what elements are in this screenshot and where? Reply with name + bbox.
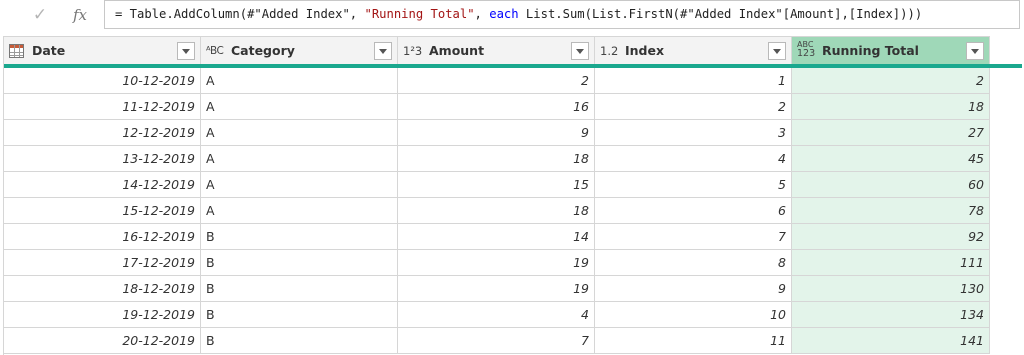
cell-running-total[interactable]: 130	[792, 276, 990, 302]
filter-dropdown-icon[interactable]	[374, 42, 392, 60]
cell-running-total[interactable]: 92	[792, 224, 990, 250]
formula-keyword-token: each	[489, 7, 519, 21]
table-menu-icon[interactable]	[9, 42, 24, 60]
column-header-label: Index	[625, 43, 665, 58]
table-row[interactable]: 12-12-2019 A 9 3 27	[4, 120, 1022, 146]
cell-index[interactable]: 5	[595, 172, 792, 198]
decimal-type-icon[interactable]: 1.2	[600, 42, 618, 60]
cell-amount[interactable]: 18	[398, 198, 595, 224]
formula-input[interactable]: = Table.AddColumn(#"Added Index", "Runni…	[104, 0, 1020, 29]
cell-date[interactable]: 17-12-2019	[4, 250, 201, 276]
cell-category[interactable]: B	[201, 250, 398, 276]
cell-running-total[interactable]: 134	[792, 302, 990, 328]
table-row[interactable]: 16-12-2019 B 14 7 92	[4, 224, 1022, 250]
cell-amount[interactable]: 2	[398, 68, 595, 94]
cell-date[interactable]: 15-12-2019	[4, 198, 201, 224]
cell-index[interactable]: 8	[595, 250, 792, 276]
cell-category[interactable]: A	[201, 94, 398, 120]
table-row[interactable]: 13-12-2019 A 18 4 45	[4, 146, 1022, 172]
cell-index[interactable]: 1	[595, 68, 792, 94]
cell-amount[interactable]: 16	[398, 94, 595, 120]
cell-category[interactable]: A	[201, 120, 398, 146]
formula-segment: = Table.AddColumn(#"Added Index",	[115, 7, 365, 21]
cell-date[interactable]: 19-12-2019	[4, 302, 201, 328]
column-header-label: Date	[32, 43, 66, 58]
cell-running-total[interactable]: 2	[792, 68, 990, 94]
cell-date[interactable]: 10-12-2019	[4, 68, 201, 94]
cell-running-total[interactable]: 78	[792, 198, 990, 224]
cell-running-total[interactable]: 27	[792, 120, 990, 146]
cell-amount[interactable]: 15	[398, 172, 595, 198]
table-row[interactable]: 15-12-2019 A 18 6 78	[4, 198, 1022, 224]
filter-dropdown-icon[interactable]	[966, 42, 984, 60]
column-header-label: Amount	[429, 43, 485, 58]
cell-amount[interactable]: 14	[398, 224, 595, 250]
cell-date[interactable]: 18-12-2019	[4, 276, 201, 302]
table-row[interactable]: 14-12-2019 A 15 5 60	[4, 172, 1022, 198]
cell-category[interactable]: B	[201, 224, 398, 250]
formula-string-token: "Running Total"	[364, 7, 475, 21]
any-type-icon-bottom: 123	[797, 48, 816, 59]
formula-segment: ,	[474, 7, 490, 21]
cell-index[interactable]: 3	[595, 120, 792, 146]
cell-category[interactable]: B	[201, 276, 398, 302]
cell-category[interactable]: A	[201, 68, 398, 94]
cell-amount[interactable]: 18	[398, 146, 595, 172]
column-header-running-total[interactable]: ABC 123 Running Total	[792, 36, 990, 64]
cell-date[interactable]: 16-12-2019	[4, 224, 201, 250]
table-row[interactable]: 17-12-2019 B 19 8 111	[4, 250, 1022, 276]
table-row[interactable]: 11-12-2019 A 16 2 18	[4, 94, 1022, 120]
cell-category[interactable]: A	[201, 146, 398, 172]
cell-category[interactable]: B	[201, 328, 398, 354]
cell-index[interactable]: 10	[595, 302, 792, 328]
cell-index[interactable]: 11	[595, 328, 792, 354]
column-header-label: Running Total	[822, 43, 919, 58]
table-row[interactable]: 18-12-2019 B 19 9 130	[4, 276, 1022, 302]
cell-date[interactable]: 20-12-2019	[4, 328, 201, 354]
cell-amount[interactable]: 4	[398, 302, 595, 328]
filter-dropdown-icon[interactable]	[571, 42, 589, 60]
table-row[interactable]: 20-12-2019 B 7 11 141	[4, 328, 1022, 354]
cell-amount[interactable]: 19	[398, 250, 595, 276]
cell-index[interactable]: 2	[595, 94, 792, 120]
cell-index[interactable]: 9	[595, 276, 792, 302]
formula-segment: List.Sum(List.FirstN(#"Added Index"[Amou…	[518, 7, 923, 21]
any-type-icon[interactable]: ABC 123	[797, 40, 815, 58]
column-header-index[interactable]: 1.2 Index	[595, 36, 792, 64]
cell-running-total[interactable]: 45	[792, 146, 990, 172]
text-type-icon[interactable]: ᴬBC	[206, 42, 224, 60]
column-header-amount[interactable]: 1²3 Amount	[398, 36, 595, 64]
cell-amount[interactable]: 9	[398, 120, 595, 146]
fx-icon[interactable]: fx	[69, 4, 91, 26]
filter-dropdown-icon[interactable]	[768, 42, 786, 60]
column-header-date[interactable]: Date	[4, 36, 201, 64]
column-header-category[interactable]: ᴬBC Category	[201, 36, 398, 64]
filter-dropdown-icon[interactable]	[177, 42, 195, 60]
cell-category[interactable]: B	[201, 302, 398, 328]
whole-number-type-icon[interactable]: 1²3	[403, 42, 422, 60]
cell-running-total[interactable]: 111	[792, 250, 990, 276]
cell-running-total[interactable]: 141	[792, 328, 990, 354]
commit-check-icon[interactable]: ✓	[29, 4, 51, 26]
cell-date[interactable]: 12-12-2019	[4, 120, 201, 146]
formula-buttons: ✓ fx	[0, 0, 104, 31]
cell-index[interactable]: 4	[595, 146, 792, 172]
cell-date[interactable]: 11-12-2019	[4, 94, 201, 120]
cell-index[interactable]: 7	[595, 224, 792, 250]
cell-amount[interactable]: 7	[398, 328, 595, 354]
table-row[interactable]: 19-12-2019 B 4 10 134	[4, 302, 1022, 328]
cell-running-total[interactable]: 18	[792, 94, 990, 120]
cell-date[interactable]: 13-12-2019	[4, 146, 201, 172]
data-grid: Date ᴬBC Category 1²3 Amount 1.2 Index A…	[3, 36, 1022, 355]
formula-bar: ✓ fx = Table.AddColumn(#"Added Index", "…	[0, 0, 1024, 31]
column-header-label: Category	[231, 43, 295, 58]
cell-amount[interactable]: 19	[398, 276, 595, 302]
cell-index[interactable]: 6	[595, 198, 792, 224]
cell-category[interactable]: A	[201, 172, 398, 198]
column-header-row: Date ᴬBC Category 1²3 Amount 1.2 Index A…	[4, 36, 1022, 64]
cell-date[interactable]: 14-12-2019	[4, 172, 201, 198]
cell-running-total[interactable]: 60	[792, 172, 990, 198]
cell-category[interactable]: A	[201, 198, 398, 224]
table-row[interactable]: 10-12-2019 A 2 1 2	[4, 68, 1022, 94]
